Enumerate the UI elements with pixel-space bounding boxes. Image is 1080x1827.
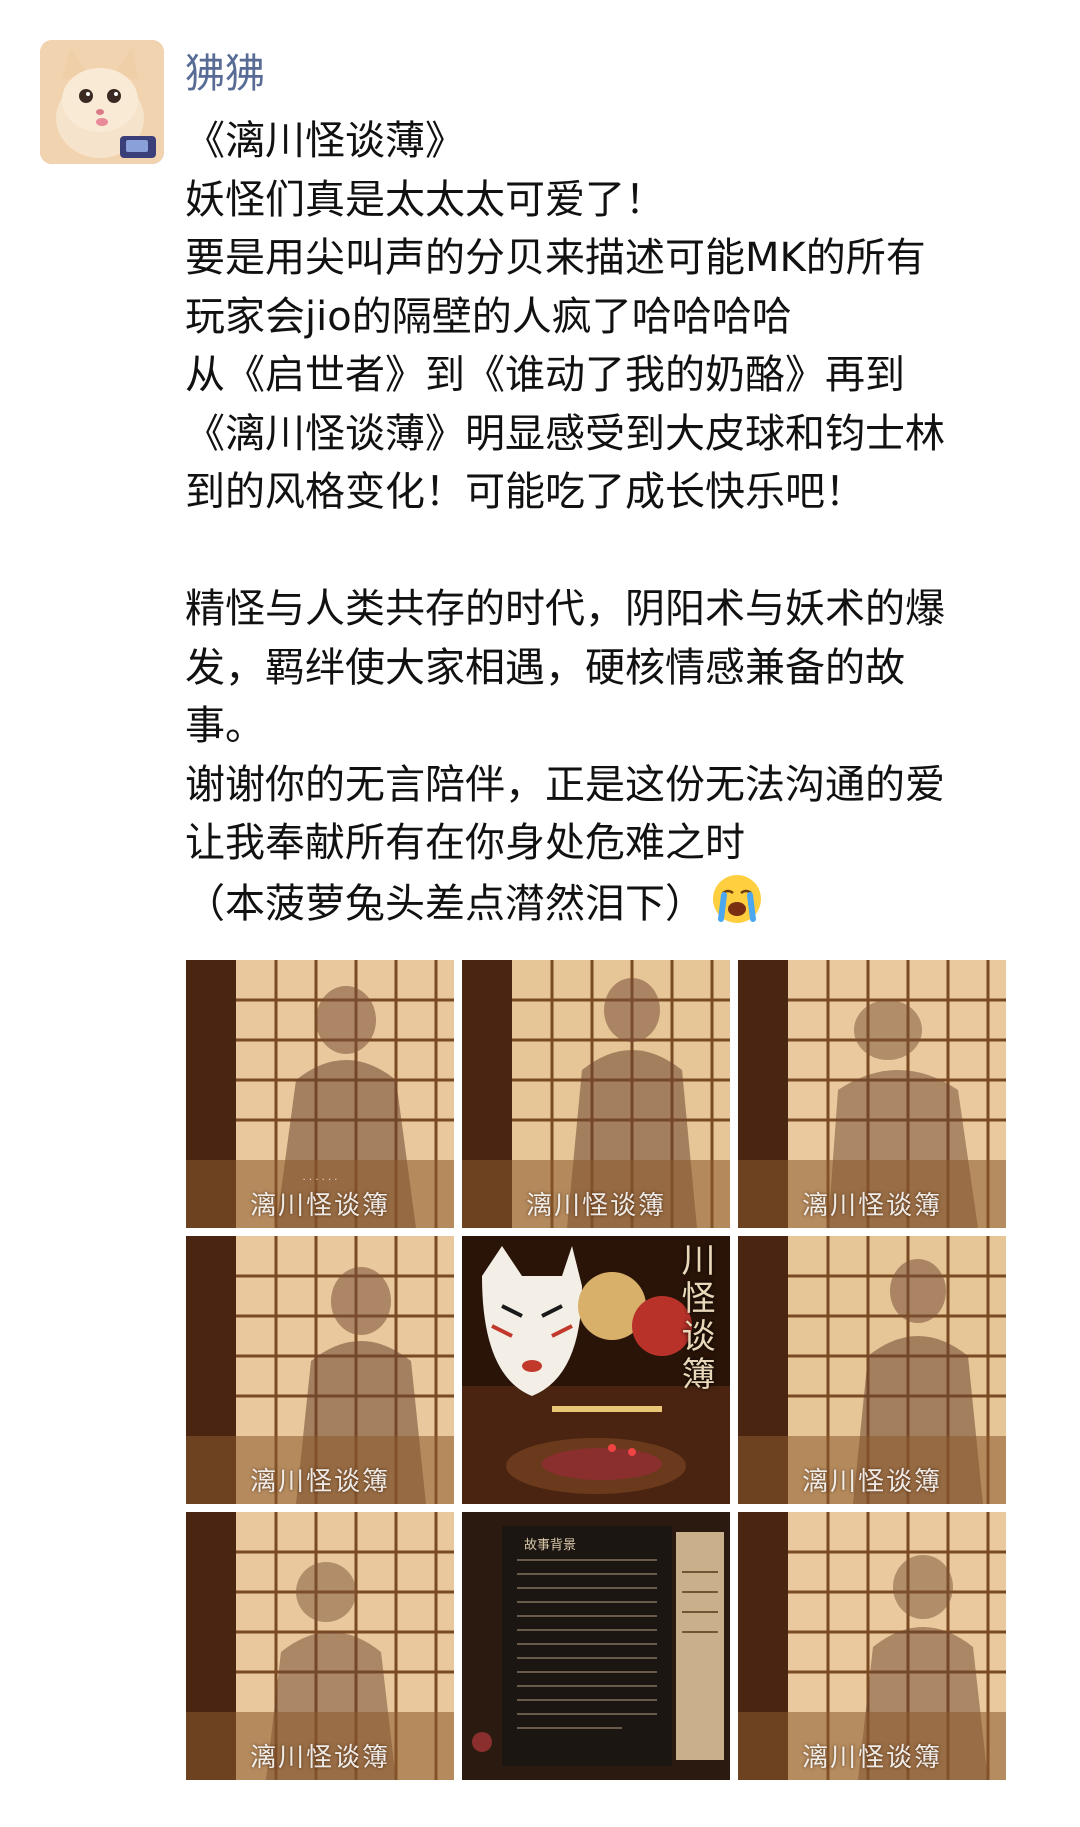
image-thumb-1[interactable]: · · · · · · 漓川怪谈簿: [186, 960, 454, 1228]
moments-post: 狒狒 《漓川怪谈薄》 妖怪们真是太太太可爱了！ 要是用尖叫声的分贝来描述可能MK…: [0, 0, 1080, 1827]
post-line: 精怪与人类共存的时代，阴阳术与妖术的爆: [185, 586, 945, 632]
image-thumb-3[interactable]: 漓川怪谈簿: [738, 960, 1006, 1228]
thumb-caption: 漓川怪谈簿: [525, 1191, 666, 1221]
image-thumb-6[interactable]: 漓川怪谈簿: [738, 1236, 1006, 1504]
post-line: 玩家会jio的隔壁的人疯了哈哈哈哈: [185, 293, 792, 340]
crying-face-icon: [713, 874, 761, 923]
image-thumb-4[interactable]: 漓川怪谈簿: [186, 1236, 454, 1504]
image-thumb-5-poster[interactable]: 川怪谈簿: [462, 1236, 730, 1504]
image-thumb-7[interactable]: 漓川怪谈簿: [186, 1512, 454, 1780]
post-line: 让我奉献所有在你身处危难之时: [185, 820, 745, 866]
post-line: 从《启世者》到《谁动了我的奶酪》再到: [185, 352, 905, 398]
thumb-caption: 漓川怪谈簿: [249, 1467, 390, 1497]
image-thumb-9[interactable]: 漓川怪谈簿: [738, 1512, 1006, 1780]
image-thumb-2[interactable]: 漓川怪谈簿: [462, 960, 730, 1228]
thumb-caption: 漓川怪谈簿: [249, 1743, 390, 1773]
poster-title: 川怪谈簿: [675, 1242, 715, 1394]
thumb-caption: 漓川怪谈簿: [249, 1191, 390, 1221]
post-line: 妖怪们真是太太太可爱了！: [185, 176, 665, 223]
username[interactable]: 狒狒: [185, 46, 265, 102]
image-grid: · · · · · · 漓川怪谈簿 漓川怪谈簿 漓川怪谈簿 漓川怪谈簿 川怪谈簿…: [186, 960, 1006, 1780]
post-line-last: （本菠萝兔头差点潸然泪下）: [185, 873, 1065, 932]
post-text: 《漓川怪谈薄》 妖怪们真是太太太可爱了！ 要是用尖叫声的分贝来描述可能MK的所有…: [185, 112, 1065, 931]
image-thumb-8-document[interactable]: 故事背景: [462, 1512, 730, 1780]
story-document-image: [462, 1512, 730, 1780]
post-line: 到的风格变化！可能吃了成长快乐吧！: [185, 469, 865, 515]
post-line: 事。: [185, 703, 265, 749]
post-line-text: （本菠萝兔头差点潸然泪下）: [185, 880, 705, 927]
thumb-caption: 漓川怪谈簿: [801, 1191, 942, 1221]
post-line: 谢谢你的无言陪伴，正是这份无法沟通的爱: [185, 761, 945, 808]
cat-avatar-icon: [40, 40, 164, 164]
post-line: 《漓川怪谈薄》明显感受到大皮球和钧士林: [185, 410, 945, 457]
document-title: 故事背景: [524, 1538, 577, 1553]
thumb-caption: 漓川怪谈簿: [801, 1467, 942, 1497]
post-line: 《漓川怪谈薄》: [185, 118, 465, 164]
post-line: 要是用尖叫声的分贝来描述可能MK的所有: [185, 235, 926, 281]
post-line: 发，羁绊使大家相遇，硬核情感兼备的故: [185, 644, 905, 691]
user-avatar[interactable]: [40, 40, 164, 164]
thumb-caption: 漓川怪谈簿: [801, 1743, 942, 1773]
